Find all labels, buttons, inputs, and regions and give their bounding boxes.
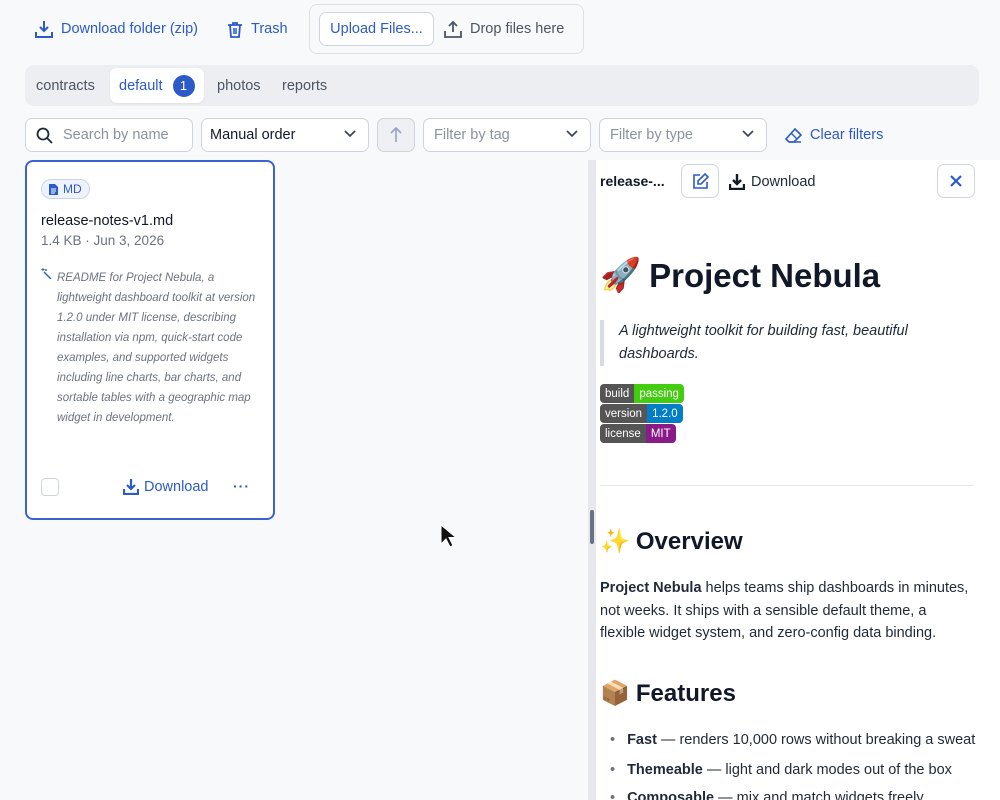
sort-direction-button[interactable]	[377, 118, 415, 152]
preview-download-button[interactable]: Download	[729, 173, 816, 190]
chevron-down-icon	[566, 130, 578, 138]
chevron-down-icon	[344, 130, 356, 138]
search-icon	[36, 127, 53, 144]
sort-select[interactable]: Manual order	[201, 118, 369, 152]
preview-title: release-...	[600, 173, 665, 189]
download-icon	[729, 173, 745, 190]
tag-filter-select[interactable]: Filter by tag	[423, 118, 591, 152]
trash-label: Trash	[251, 21, 288, 37]
overview-paragraph: Project Nebula helps teams ship dashboar…	[600, 577, 972, 645]
package-icon: 📦	[600, 680, 630, 707]
tab-photos[interactable]: photos	[217, 68, 261, 103]
feature-desc: — mix and match widgets freely	[714, 790, 924, 800]
ai-summary: README for Project Nebula, a lightweight…	[57, 272, 256, 424]
version-badge-value: 1.2.0	[647, 404, 683, 423]
rocket-icon: 🚀	[600, 256, 642, 293]
clear-filters-button[interactable]: Clear filters	[785, 120, 883, 150]
clear-filters-label: Clear filters	[810, 127, 884, 143]
drop-label: Drop files here	[470, 21, 565, 37]
sort-value: Manual order	[210, 127, 296, 143]
tab-contracts[interactable]: contracts	[36, 68, 95, 103]
build-badge: build passing	[600, 384, 684, 403]
chevron-down-icon	[742, 130, 754, 138]
edit-button[interactable]	[681, 164, 719, 198]
upload-area[interactable]: Upload Files... Drop files here	[309, 4, 584, 54]
download-folder-button[interactable]: Download folder (zip)	[35, 14, 198, 44]
build-badge-key: build	[600, 384, 635, 403]
card-download-label: Download	[144, 478, 209, 495]
close-icon	[950, 175, 962, 187]
tab-default-label: default	[119, 77, 163, 94]
download-icon	[123, 478, 139, 495]
eraser-icon	[785, 127, 802, 143]
version-badge-key: version	[600, 404, 648, 423]
file-type-badge: MD	[41, 179, 90, 199]
card-download-button[interactable]: Download	[123, 478, 209, 495]
license-badge-key: license	[600, 424, 646, 443]
close-preview-button[interactable]	[937, 164, 975, 198]
drop-zone[interactable]: Drop files here	[444, 12, 564, 46]
search-input[interactable]: Search by name	[25, 118, 193, 152]
feature-item: • Fast — renders 10,000 rows without brea…	[610, 732, 976, 748]
download-icon	[35, 20, 53, 38]
download-folder-label: Download folder (zip)	[61, 21, 199, 37]
search-placeholder: Search by name	[63, 127, 169, 143]
sparkles-icon: ✨	[600, 528, 630, 555]
file-meta: 1.4 KB · Jun 3, 2026	[41, 233, 165, 248]
document-icon	[49, 183, 58, 195]
tab-default[interactable]: default 1	[110, 68, 204, 103]
feature-name: Themeable	[627, 762, 703, 778]
trash-button[interactable]: Trash	[227, 14, 288, 44]
type-filter-select[interactable]: Filter by type	[599, 118, 767, 152]
license-badge: license MIT	[600, 424, 676, 443]
select-checkbox[interactable]	[41, 478, 59, 496]
file-card[interactable]: MD release-notes-v1.md 1.4 KB · Jun 3, 2…	[25, 160, 275, 520]
arrow-up-icon	[390, 127, 402, 143]
feature-item: • Composable — mix and match widgets free…	[610, 790, 924, 800]
split-divider[interactable]	[588, 160, 596, 800]
feature-item: • Themeable — light and dark modes out of…	[610, 762, 952, 778]
tag-filter-placeholder: Filter by tag	[434, 127, 510, 143]
folder-tabs: contracts default 1 photos reports	[25, 65, 979, 106]
build-badge-value: passing	[634, 384, 684, 403]
features-heading-text: Features	[635, 679, 736, 707]
mouse-cursor-icon	[440, 524, 458, 548]
readme-title-text: Project Nebula	[649, 256, 881, 294]
tab-reports[interactable]: reports	[282, 68, 327, 103]
type-filter-placeholder: Filter by type	[610, 127, 693, 143]
divider-line	[600, 485, 974, 486]
features-heading: 📦 Features	[600, 679, 736, 708]
magic-wand-icon	[41, 268, 52, 279]
readme-tagline: A lightweight toolkit for building fast,…	[600, 320, 972, 366]
overview-heading-text: Overview	[635, 527, 743, 555]
preview-download-label: Download	[751, 173, 816, 190]
more-options-button[interactable]: ···	[233, 478, 250, 494]
readme-title: 🚀 Project Nebula	[600, 256, 880, 295]
feature-name: Composable	[627, 790, 715, 800]
overview-bold: Project Nebula	[600, 580, 702, 596]
feature-name: Fast	[627, 732, 657, 748]
feature-desc: — renders 10,000 rows without breaking a…	[656, 732, 976, 748]
upload-icon	[444, 20, 462, 38]
file-name[interactable]: release-notes-v1.md	[41, 213, 173, 229]
resize-handle[interactable]	[590, 510, 594, 544]
version-badge: version 1.2.0	[600, 404, 683, 423]
overview-heading: ✨ Overview	[600, 527, 743, 556]
preview-pane: release-... Download 🚀 Project Nebula A …	[596, 160, 1000, 800]
trash-icon	[227, 21, 243, 38]
tab-count-badge: 1	[172, 74, 195, 97]
license-badge-value: MIT	[645, 424, 676, 443]
file-type-label: MD	[63, 182, 82, 196]
upload-files-button[interactable]: Upload Files...	[319, 12, 434, 46]
edit-icon	[692, 172, 709, 190]
feature-desc: — light and dark modes out of the box	[702, 762, 952, 778]
